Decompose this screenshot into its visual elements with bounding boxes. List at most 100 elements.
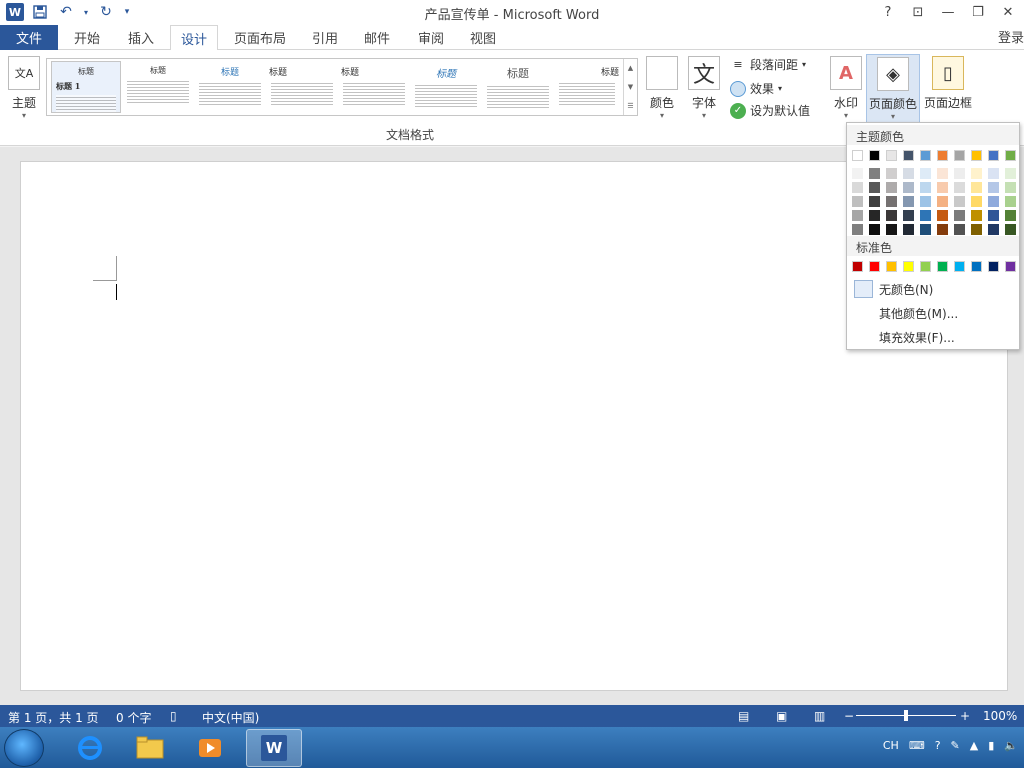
standard-color-swatch[interactable] [903, 261, 914, 272]
fill-effects-option[interactable]: 填充效果(F)... [879, 329, 955, 346]
theme-shade-swatch[interactable] [869, 182, 880, 193]
theme-shade-swatch[interactable] [971, 224, 982, 235]
input-language-indicator[interactable]: CH [883, 739, 899, 752]
tab-file[interactable]: 文件 [0, 25, 58, 50]
word-taskbar-icon[interactable]: W [246, 729, 302, 767]
standard-color-swatch[interactable] [971, 261, 982, 272]
tools-icon[interactable]: ✎ [951, 739, 960, 752]
theme-color-swatch[interactable] [937, 150, 948, 161]
media-player-icon[interactable] [182, 729, 238, 767]
style-set-item[interactable]: 标题 [267, 61, 337, 113]
gallery-scroll-up-icon[interactable]: ▲ [628, 64, 633, 72]
watermark-button[interactable]: A 水印 ▾ [830, 56, 862, 120]
standard-color-swatch[interactable] [937, 261, 948, 272]
theme-color-swatch[interactable] [886, 150, 897, 161]
theme-shade-swatch[interactable] [937, 224, 948, 235]
theme-shade-swatch[interactable] [920, 196, 931, 207]
standard-color-swatch[interactable] [920, 261, 931, 272]
theme-shade-swatch[interactable] [852, 182, 863, 193]
theme-shade-swatch[interactable] [920, 168, 931, 179]
show-hidden-icons-icon[interactable]: ▲ [970, 739, 978, 752]
theme-shade-swatch[interactable] [869, 196, 880, 207]
theme-shade-swatch[interactable] [971, 168, 982, 179]
zoom-out-button[interactable]: − [844, 709, 854, 723]
theme-shade-swatch[interactable] [920, 182, 931, 193]
standard-color-swatch[interactable] [954, 261, 965, 272]
theme-shade-swatch[interactable] [971, 182, 982, 193]
theme-shade-swatch[interactable] [1005, 168, 1016, 179]
theme-shade-swatch[interactable] [971, 210, 982, 221]
theme-shade-swatch[interactable] [903, 168, 914, 179]
theme-shade-swatch[interactable] [903, 182, 914, 193]
tab-design[interactable]: 设计 [170, 25, 219, 51]
theme-shade-swatch[interactable] [886, 196, 897, 207]
standard-color-swatch[interactable] [869, 261, 880, 272]
page-count[interactable]: 第 1 页，共 1 页 [8, 709, 99, 726]
web-layout-icon[interactable]: ▥ [814, 709, 825, 723]
theme-shade-swatch[interactable] [852, 210, 863, 221]
minimize-button[interactable]: — [938, 2, 958, 22]
paragraph-spacing-button[interactable]: ≡ 段落间距 ▾ [730, 56, 806, 73]
internet-explorer-icon[interactable] [62, 729, 118, 767]
theme-shade-swatch[interactable] [937, 210, 948, 221]
standard-color-swatch[interactable] [852, 261, 863, 272]
theme-color-swatch[interactable] [988, 150, 999, 161]
fonts-button[interactable]: 文 字体 ▾ [688, 56, 720, 120]
language-indicator[interactable]: 中文(中国) [202, 709, 259, 726]
network-icon[interactable]: ▮ [988, 739, 994, 752]
theme-shade-swatch[interactable] [869, 168, 880, 179]
help-icon[interactable]: ? [935, 739, 941, 752]
page-borders-button[interactable]: ▯ 页面边框 [924, 56, 972, 111]
theme-shade-swatch[interactable] [1005, 196, 1016, 207]
theme-shade-swatch[interactable] [852, 168, 863, 179]
read-mode-icon[interactable]: ▤ [738, 709, 749, 723]
word-count[interactable]: 0 个字 [116, 709, 151, 726]
theme-color-swatch[interactable] [869, 150, 880, 161]
zoom-slider-thumb[interactable] [904, 710, 908, 721]
theme-shade-swatch[interactable] [869, 224, 880, 235]
help-button[interactable]: ? [878, 2, 898, 22]
theme-shade-swatch[interactable] [954, 210, 965, 221]
theme-shade-swatch[interactable] [852, 196, 863, 207]
theme-shade-swatch[interactable] [903, 196, 914, 207]
theme-color-swatch[interactable] [971, 150, 982, 161]
tab-home[interactable]: 开始 [64, 25, 110, 50]
theme-shade-swatch[interactable] [886, 182, 897, 193]
theme-shade-swatch[interactable] [988, 168, 999, 179]
tab-view[interactable]: 视图 [460, 25, 506, 50]
restore-button[interactable]: ❐ [968, 2, 988, 22]
sign-in-link[interactable]: 登录 [998, 27, 1024, 46]
theme-shade-swatch[interactable] [852, 224, 863, 235]
ribbon-display-options-button[interactable]: ⊡ [908, 2, 928, 22]
style-set-item[interactable]: 标题 标题 1 [51, 61, 121, 113]
style-set-item[interactable]: 标题 [483, 61, 553, 113]
file-explorer-icon[interactable] [122, 729, 178, 767]
keyboard-icon[interactable]: ⌨ [909, 739, 925, 752]
theme-shade-swatch[interactable] [988, 196, 999, 207]
theme-shade-swatch[interactable] [1005, 224, 1016, 235]
theme-shade-swatch[interactable] [988, 210, 999, 221]
theme-shade-swatch[interactable] [937, 182, 948, 193]
theme-color-swatch[interactable] [852, 150, 863, 161]
start-button[interactable] [4, 729, 44, 767]
zoom-level[interactable]: 100% [983, 709, 1017, 723]
theme-color-swatch[interactable] [1005, 150, 1016, 161]
theme-shade-swatch[interactable] [1005, 182, 1016, 193]
standard-color-swatch[interactable] [988, 261, 999, 272]
theme-color-swatch[interactable] [903, 150, 914, 161]
gallery-scroll-down-icon[interactable]: ▼ [628, 83, 633, 91]
theme-shade-swatch[interactable] [886, 168, 897, 179]
themes-button[interactable]: 文A 主题 ▾ [8, 56, 40, 120]
theme-shade-swatch[interactable] [903, 210, 914, 221]
theme-shade-swatch[interactable] [886, 210, 897, 221]
tab-references[interactable]: 引用 [302, 25, 348, 50]
set-as-default-button[interactable]: ✓ 设为默认值 [730, 102, 810, 119]
theme-color-swatch[interactable] [920, 150, 931, 161]
theme-shade-swatch[interactable] [1005, 210, 1016, 221]
proofing-icon[interactable]: ▯ [170, 709, 177, 723]
style-set-item[interactable]: 标题 [195, 61, 265, 113]
effects-button[interactable]: 效果 ▾ [730, 80, 782, 97]
tab-page-layout[interactable]: 页面布局 [224, 25, 296, 50]
no-color-option[interactable]: 无颜色(N) [851, 278, 1017, 300]
zoom-in-button[interactable]: + [960, 709, 970, 723]
